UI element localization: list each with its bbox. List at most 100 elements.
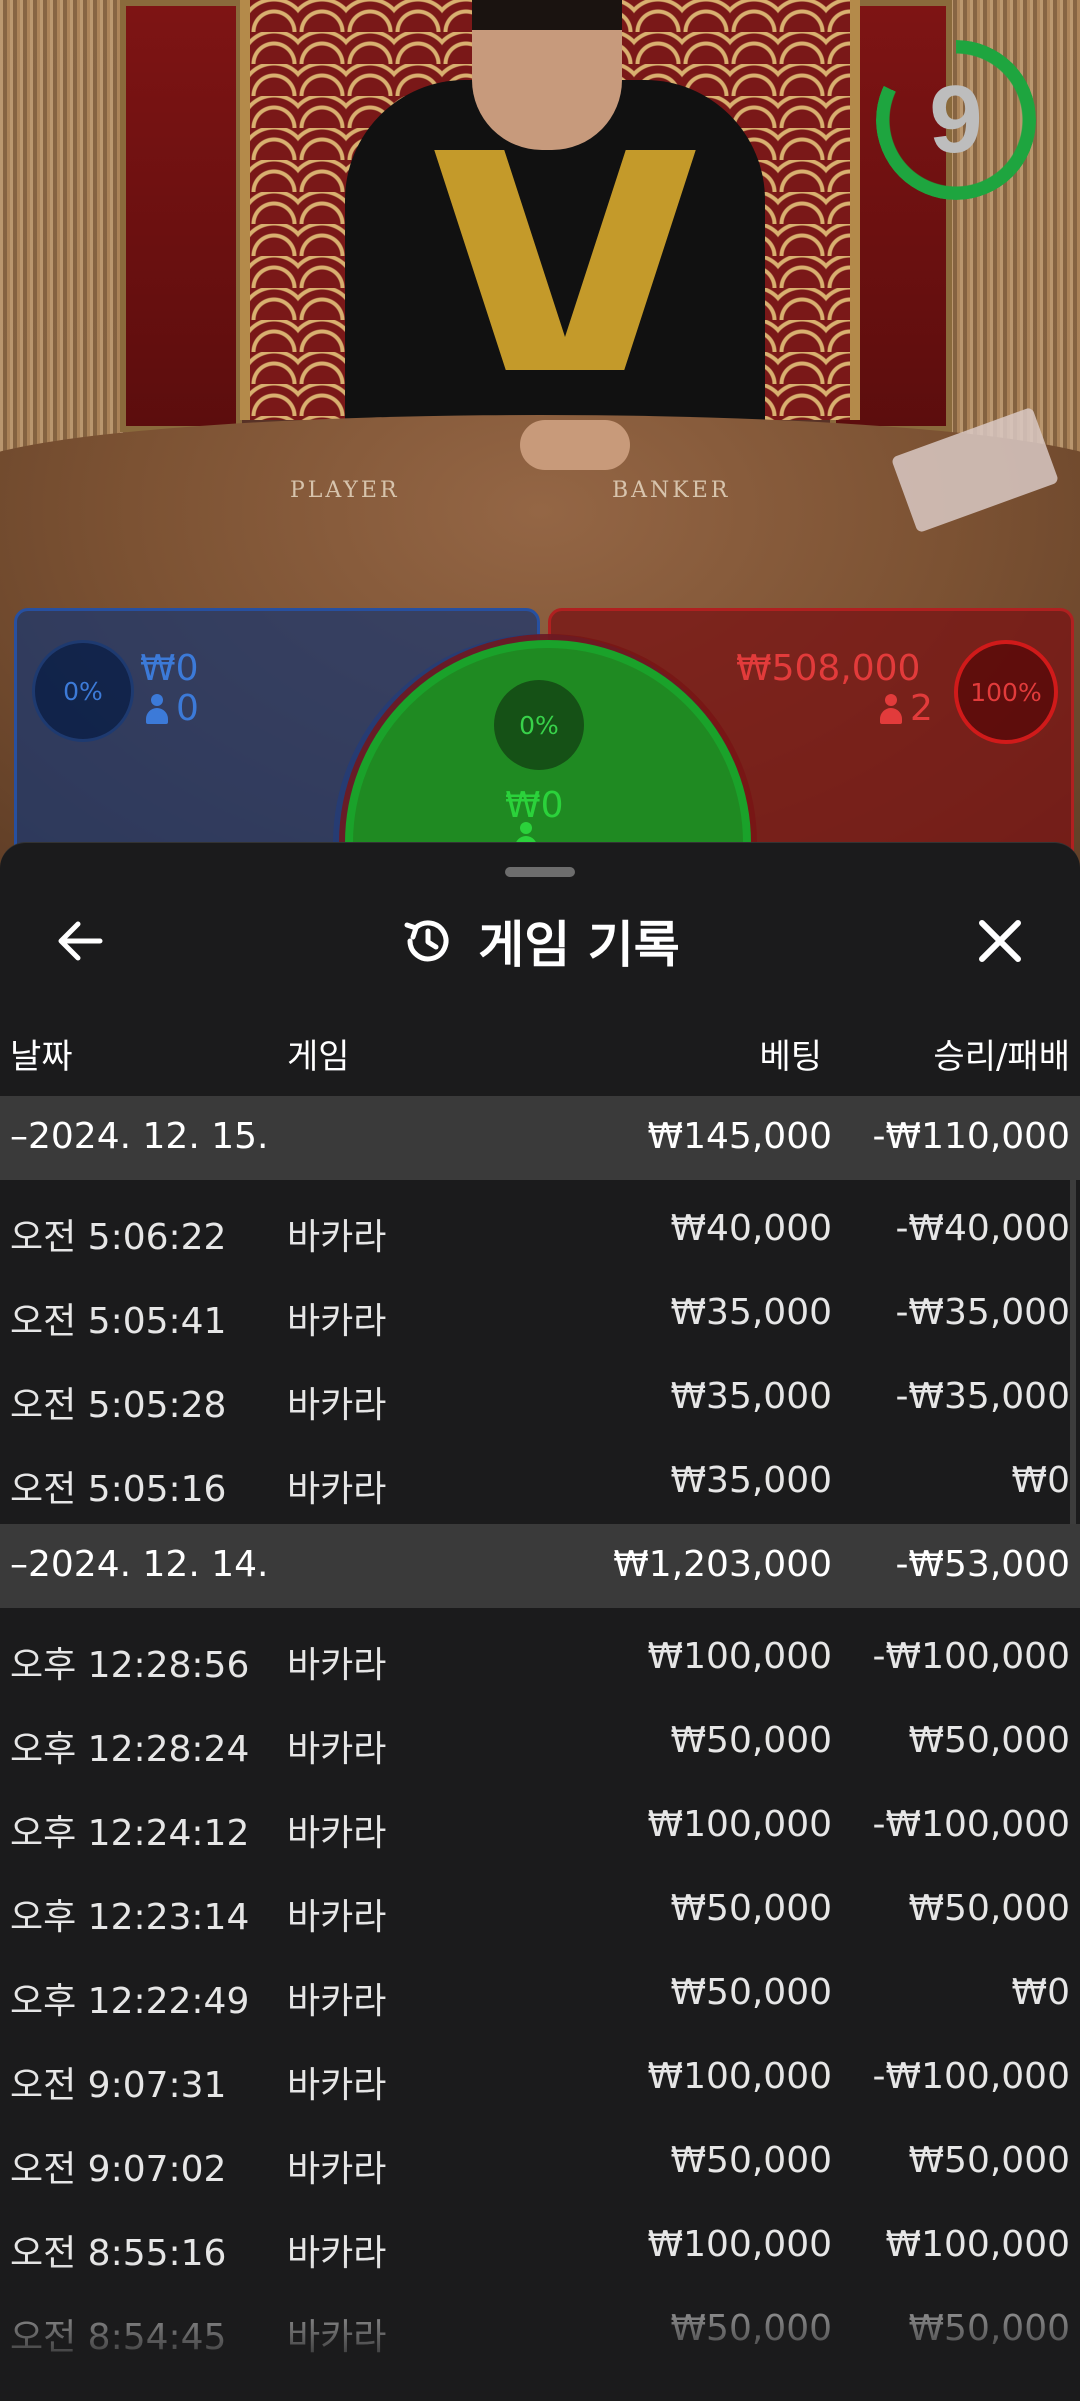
banker-percent: 100% [954, 640, 1058, 744]
table-label-player: PLAYER [290, 478, 400, 503]
row-result: -₩35,000 [895, 1292, 1070, 1333]
row-result: -₩110,000 [872, 1116, 1070, 1157]
row-result: -₩53,000 [895, 1544, 1070, 1585]
arrow-left-icon [58, 921, 103, 961]
history-row[interactable]: 오전 9:07:31 바카라 ₩100,000 -₩100,000 [0, 2036, 1080, 2120]
column-header-game: 게임 [287, 1037, 350, 1077]
row-bet: ₩35,000 [670, 1292, 832, 1333]
row-bet: ₩100,000 [647, 1804, 832, 1845]
row-result: ₩0 [1011, 1460, 1071, 1501]
person-icon [146, 693, 168, 724]
row-bet: ₩50,000 [670, 1720, 832, 1761]
person-icon [880, 693, 902, 724]
tie-amount: ₩0 [505, 785, 564, 826]
row-result: ₩50,000 [908, 1888, 1070, 1929]
row-bet: ₩40,000 [670, 1208, 832, 1249]
history-row[interactable]: 오전 5:05:16 바카라 ₩35,000 ₩0 [0, 1440, 1080, 1524]
history-row[interactable]: 오후 12:28:56 바카라 ₩100,000 -₩100,000 [0, 1616, 1080, 1700]
row-game: 바카라 [287, 1469, 387, 1510]
history-row[interactable]: 오전 5:06:22 바카라 ₩40,000 -₩40,000 [0, 1188, 1080, 1272]
row-game: 바카라 [287, 1729, 387, 1770]
row-game: 바카라 [287, 1897, 387, 1938]
history-row[interactable]: 오후 12:24:12 바카라 ₩100,000 -₩100,000 [0, 1784, 1080, 1868]
countdown-timer: 9 [929, 66, 983, 173]
row-bet: ₩50,000 [670, 1972, 832, 2013]
date-group-row[interactable]: –2024. 12. 15. ₩145,000 -₩110,000 [0, 1096, 1080, 1180]
row-game: 바카라 [287, 1385, 387, 1426]
row-date: 오전 5:06:22 [10, 1217, 227, 1258]
row-result: ₩0 [1011, 1972, 1071, 2013]
history-row[interactable]: 오후 12:22:49 바카라 ₩50,000 ₩0 [0, 1952, 1080, 2036]
close-button[interactable] [960, 901, 1040, 981]
row-date: 오후 12:28:56 [10, 1645, 250, 1686]
row-result: -₩100,000 [872, 2056, 1070, 2097]
history-row[interactable]: 오전 8:55:16 바카라 ₩100,000 ₩100,000 [0, 2204, 1080, 2288]
row-game: 바카라 [287, 2149, 387, 2190]
player-percent: 0% [32, 640, 134, 742]
row-date: 오후 12:23:14 [10, 1897, 250, 1938]
sheet-title: 게임 기록 [478, 916, 680, 974]
row-date: –2024. 12. 14. [10, 1544, 269, 1585]
row-bet: ₩50,000 [670, 2140, 832, 2181]
sheet-grabber[interactable] [505, 867, 575, 877]
row-bet: ₩35,000 [670, 1376, 832, 1417]
banker-count-value: 2 [910, 688, 933, 729]
curtain-left [0, 0, 140, 470]
history-row[interactable]: 오전 8:54:45 바카라 ₩50,000 ₩50,000 [0, 2288, 1080, 2372]
row-result: -₩35,000 [895, 1376, 1070, 1417]
row-date: 오전 9:07:31 [10, 2065, 227, 2106]
row-bet: ₩100,000 [647, 2056, 832, 2097]
wall-panel-left [120, 0, 242, 432]
row-bet: ₩50,000 [670, 1888, 832, 1929]
row-result: ₩100,000 [885, 2224, 1070, 2265]
row-date: 오전 9:07:02 [10, 2149, 227, 2190]
row-game: 바카라 [287, 1645, 387, 1686]
row-bet: ₩145,000 [647, 1116, 832, 1157]
row-date: 오후 12:22:49 [10, 1981, 250, 2022]
row-game: 바카라 [287, 1981, 387, 2022]
row-game: 바카라 [287, 1217, 387, 1258]
history-list: –2024. 12. 15. ₩145,000 -₩110,000 오전 5:06:2… [0, 1096, 1080, 2372]
row-date: 오전 5:05:28 [10, 1385, 227, 1426]
tie-percent: 0% [494, 680, 584, 770]
row-bet: ₩100,000 [647, 2224, 832, 2265]
row-bet: ₩1,203,000 [613, 1544, 832, 1585]
player-count-value: 0 [176, 688, 199, 729]
row-result: ₩50,000 [908, 2308, 1070, 2349]
dealer-hand [520, 420, 630, 470]
row-game: 바카라 [287, 2317, 387, 2358]
row-date: 오후 12:24:12 [10, 1813, 250, 1854]
table-header: 날짜 게임 베팅 승리/패배 [0, 1023, 1080, 1079]
row-date: 오후 12:28:24 [10, 1729, 250, 1770]
close-icon [979, 920, 1021, 962]
player-count: 0 [146, 688, 199, 729]
row-date: –2024. 12. 15. [10, 1116, 269, 1157]
history-row[interactable]: 오후 12:23:14 바카라 ₩50,000 ₩50,000 [0, 1868, 1080, 1952]
row-date: 오전 5:05:41 [10, 1301, 227, 1342]
row-date: 오전 8:55:16 [10, 2233, 227, 2274]
date-group-row[interactable]: –2024. 12. 14. ₩1,203,000 -₩53,000 [0, 1524, 1080, 1608]
column-header-date: 날짜 [10, 1037, 73, 1077]
history-row[interactable]: 오전 5:05:41 바카라 ₩35,000 -₩35,000 [0, 1272, 1080, 1356]
table-label-banker: BANKER [612, 478, 731, 503]
history-row[interactable]: 오전 9:07:02 바카라 ₩50,000 ₩50,000 [0, 2120, 1080, 2204]
column-header-bet: 베팅 [759, 1037, 822, 1077]
row-game: 바카라 [287, 2233, 387, 2274]
back-button[interactable] [40, 901, 120, 981]
row-result: -₩100,000 [872, 1636, 1070, 1677]
row-result: ₩50,000 [908, 1720, 1070, 1761]
banker-amount: ₩508,000 [736, 648, 921, 689]
row-game: 바카라 [287, 1301, 387, 1342]
row-game: 바카라 [287, 2065, 387, 2106]
row-result: -₩100,000 [872, 1804, 1070, 1845]
sheet-header: 게임 기록 [0, 901, 1080, 981]
history-row[interactable]: 오후 12:28:24 바카라 ₩50,000 ₩50,000 [0, 1700, 1080, 1784]
row-date: 오전 8:54:45 [10, 2317, 227, 2358]
row-result: ₩50,000 [908, 2140, 1070, 2181]
history-row[interactable]: 오전 5:05:28 바카라 ₩35,000 -₩35,000 [0, 1356, 1080, 1440]
player-amount: ₩0 [140, 648, 199, 689]
game-history-sheet: 게임 기록 날짜 게임 베팅 승리/패배 –2024. 12. 15. ₩145,… [0, 842, 1080, 2401]
dealer-hair [472, 0, 622, 30]
row-game: 바카라 [287, 1813, 387, 1854]
row-date: 오전 5:05:16 [10, 1469, 227, 1510]
